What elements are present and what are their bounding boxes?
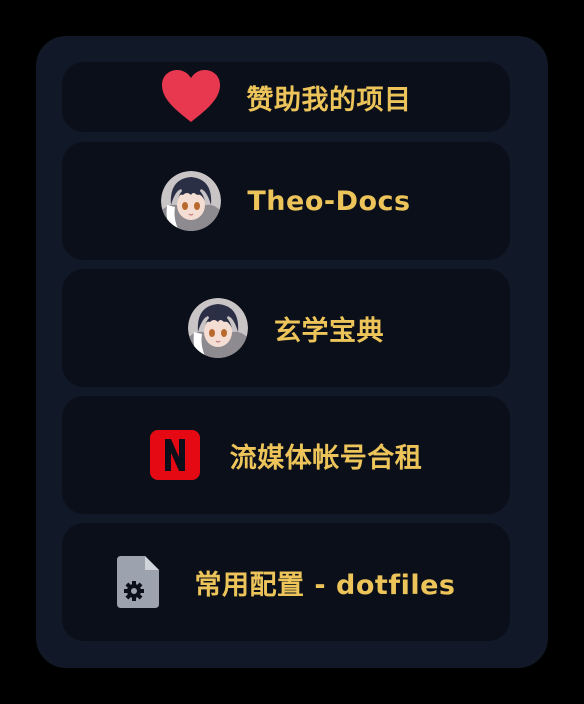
sponsor-link-label: 赞助我的项目 bbox=[246, 84, 412, 116]
streaming-share-link-label: 流媒体帐号合租 bbox=[229, 442, 423, 474]
file-settings-icon bbox=[116, 556, 159, 608]
anime-avatar-icon bbox=[161, 171, 222, 231]
sponsor-link-card[interactable]: 赞助我的项目 bbox=[62, 62, 510, 132]
netflix-logo-icon bbox=[149, 430, 200, 480]
streaming-share-link-card[interactable]: 流媒体帐号合租 bbox=[62, 396, 510, 514]
links-panel: 赞助我的项目 Theo-Docs 玄学宝典 流媒体帐号合租 常用配置 - dot… bbox=[36, 36, 548, 668]
anime-avatar-icon bbox=[188, 298, 248, 358]
theo-docs-link-label: Theo-Docs bbox=[247, 185, 411, 217]
dotfiles-link-card[interactable]: 常用配置 - dotfiles bbox=[62, 523, 510, 641]
xuanxue-link-card[interactable]: 玄学宝典 bbox=[62, 269, 510, 387]
xuanxue-link-label: 玄学宝典 bbox=[274, 315, 384, 347]
heart-icon bbox=[161, 70, 221, 124]
theo-docs-link-card[interactable]: Theo-Docs bbox=[62, 142, 510, 260]
dotfiles-link-label: 常用配置 - dotfiles bbox=[194, 569, 456, 601]
